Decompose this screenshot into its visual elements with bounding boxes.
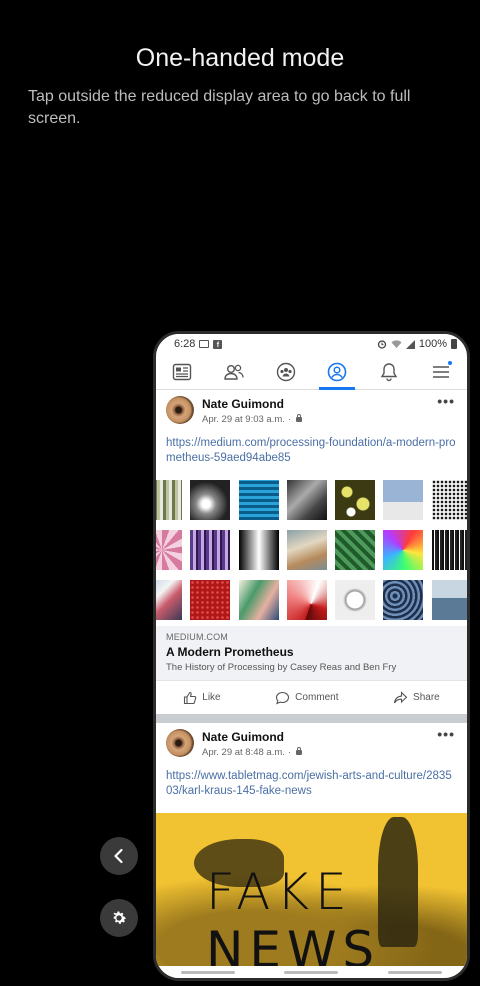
grid-thumbnail <box>335 480 376 520</box>
groups-icon <box>276 362 295 381</box>
feed-post: Nate Guimond Apr. 29 at 8:48 a.m. · ••• … <box>156 723 467 978</box>
grid-thumbnail <box>238 530 279 570</box>
post-author[interactable]: Nate Guimond <box>202 730 302 744</box>
menu-icon <box>433 365 450 378</box>
tab-friends[interactable] <box>214 354 254 390</box>
share-arrow-icon <box>394 690 408 703</box>
battery-icon <box>451 339 457 349</box>
grid-thumbnail <box>238 480 279 520</box>
grid-thumbnail <box>156 530 182 570</box>
grid-thumbnail <box>190 480 231 520</box>
comment-icon <box>276 691 290 704</box>
grid-thumbnail <box>286 580 327 620</box>
post-more-options-button[interactable]: ••• <box>437 726 455 742</box>
thumbs-up-icon <box>184 691 197 704</box>
post-more-options-button[interactable]: ••• <box>437 393 455 409</box>
post-link[interactable]: https://www.tabletmag.com/jewish-arts-an… <box>156 763 467 807</box>
post-link[interactable]: https://medium.com/processing-foundation… <box>156 430 467 474</box>
grid-thumbnail <box>156 480 182 520</box>
link-preview-card[interactable]: MEDIUM.COM A Modern Prometheus The Histo… <box>156 626 467 680</box>
link-preview-image-grid[interactable] <box>156 474 467 628</box>
grid-thumbnail <box>190 580 231 620</box>
tab-menu[interactable] <box>421 354 461 390</box>
post-timestamp[interactable]: Apr. 29 at 8:48 a.m. <box>202 747 285 758</box>
share-label: Share <box>413 692 440 703</box>
privacy-lock-icon <box>296 747 303 755</box>
image-soldier-figure <box>378 817 418 947</box>
profile-icon <box>328 362 347 381</box>
grid-thumbnail <box>335 530 376 570</box>
grid-thumbnail <box>431 480 467 520</box>
grid-thumbnail <box>383 580 424 620</box>
chevron-left-icon <box>114 848 123 864</box>
grid-thumbnail <box>383 480 424 520</box>
battery-percent: 100% <box>418 338 447 350</box>
grid-thumbnail <box>383 530 424 570</box>
grid-thumbnail <box>431 580 467 620</box>
facebook-notification-icon: f <box>213 339 223 349</box>
reduced-display-area[interactable]: 6:28 f 100% Nate Guimond Apr. 29 at 9:03… <box>153 331 470 981</box>
grid-thumbnail <box>238 580 279 620</box>
image-text-fake: FAKE <box>206 863 353 921</box>
post-header: Nate Guimond Apr. 29 at 9:03 a.m. · ••• <box>156 390 467 430</box>
post-image[interactable]: FAKE NEWS <box>156 813 467 978</box>
link-description: The History of Processing by Casey Reas … <box>166 662 397 673</box>
grid-thumbnail <box>286 530 327 570</box>
link-domain: MEDIUM.COM <box>166 632 228 642</box>
wifi-icon <box>391 339 402 348</box>
grid-thumbnail <box>286 480 327 520</box>
grid-thumbnail <box>335 580 376 620</box>
one-handed-settings-button[interactable] <box>100 899 138 937</box>
tab-groups[interactable] <box>266 354 306 390</box>
news-feed-icon <box>172 363 192 380</box>
tab-news-feed[interactable] <box>162 354 202 390</box>
like-label: Like <box>202 692 221 703</box>
tab-profile[interactable] <box>317 354 357 390</box>
gesture-bar <box>156 966 467 978</box>
feed-post: Nate Guimond Apr. 29 at 9:03 a.m. · ••• … <box>156 390 467 714</box>
gear-icon <box>113 911 127 924</box>
grid-thumbnail <box>431 530 467 570</box>
share-button[interactable]: Share <box>393 690 440 705</box>
alarm-icon <box>377 340 387 349</box>
avatar[interactable] <box>166 396 194 424</box>
comment-label: Comment <box>295 692 339 703</box>
signal-icon <box>405 339 415 349</box>
post-separator <box>156 714 467 723</box>
post-header: Nate Guimond Apr. 29 at 8:48 a.m. · ••• <box>156 723 467 763</box>
post-author[interactable]: Nate Guimond <box>202 397 302 411</box>
grid-thumbnail <box>190 530 231 570</box>
link-headline: A Modern Prometheus <box>166 645 294 659</box>
menu-notification-dot <box>447 359 454 366</box>
privacy-lock-icon <box>296 414 303 422</box>
status-time: 6:28 <box>174 338 196 350</box>
gallery-notification-icon <box>199 340 210 348</box>
notifications-bell-icon <box>380 362 398 381</box>
back-button[interactable] <box>100 837 138 875</box>
post-timestamp[interactable]: Apr. 29 at 9:03 a.m. <box>202 414 285 425</box>
tab-notifications[interactable] <box>369 354 409 390</box>
post-actions: Like Comment Share <box>156 680 467 714</box>
status-bar: 6:28 f 100% <box>156 334 467 354</box>
comment-button[interactable]: Comment <box>275 691 339 705</box>
friends-icon <box>224 364 244 380</box>
avatar[interactable] <box>166 729 194 757</box>
one-handed-mode-title: One-handed mode <box>135 44 345 72</box>
like-button[interactable]: Like <box>183 691 221 705</box>
facebook-nav-bar <box>156 354 467 390</box>
one-handed-mode-description: Tap outside the reduced display area to … <box>28 88 411 127</box>
grid-thumbnail <box>156 580 182 620</box>
